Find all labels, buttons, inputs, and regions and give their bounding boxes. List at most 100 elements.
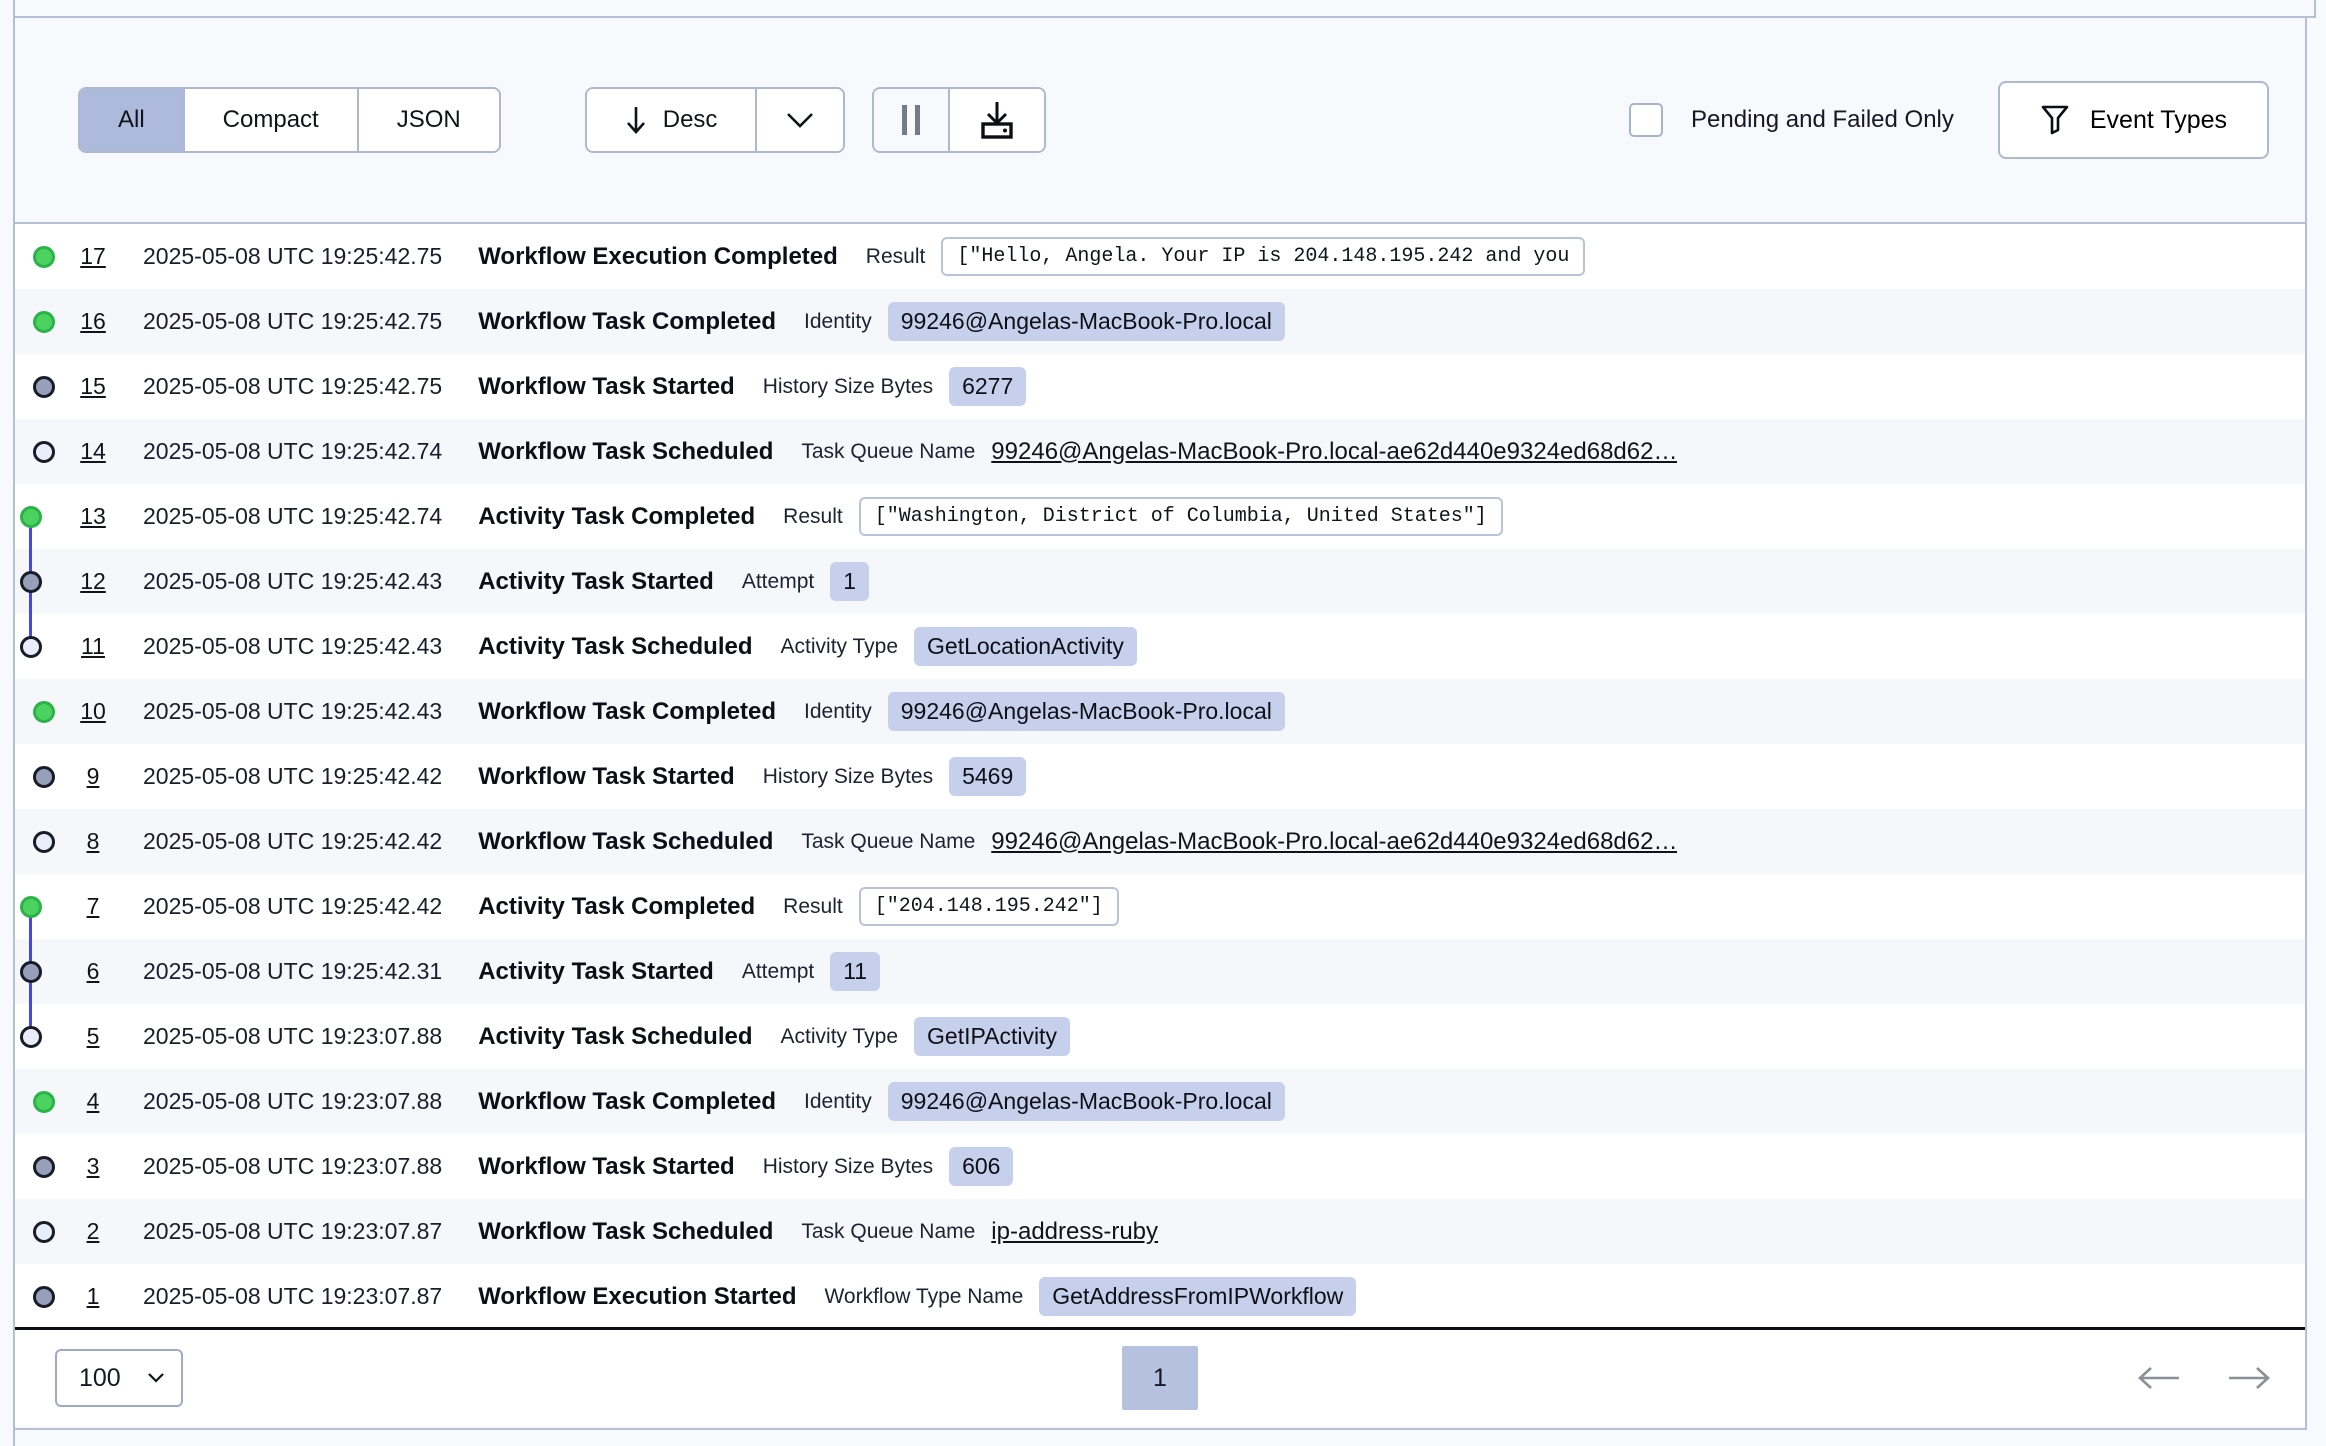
event-status-dot: [33, 1286, 55, 1308]
event-row[interactable]: 9 2025-05-08 UTC 19:25:42.42 Workflow Ta…: [15, 744, 2305, 809]
event-row[interactable]: 3 2025-05-08 UTC 19:23:07.88 Workflow Ta…: [15, 1134, 2305, 1199]
event-name: Workflow Task Completed: [478, 308, 776, 336]
event-name: Workflow Task Started: [478, 763, 735, 791]
sort-options-button[interactable]: [755, 89, 843, 151]
sort-desc-button[interactable]: Desc: [587, 89, 756, 151]
toolbar-right-group: Pending and Failed Only Event Types: [1629, 81, 2269, 159]
chevron-down-icon: [147, 1372, 165, 1384]
event-history-panel: All Compact JSON Desc: [15, 18, 2307, 1430]
event-timestamp: 2025-05-08 UTC 19:25:42.74: [143, 503, 442, 530]
page-size-select[interactable]: 100: [55, 1349, 183, 1407]
event-timestamp: 2025-05-08 UTC 19:25:42.74: [143, 438, 442, 465]
event-row[interactable]: 8 2025-05-08 UTC 19:25:42.42 Workflow Ta…: [15, 809, 2305, 874]
tab-compact[interactable]: Compact: [183, 89, 357, 151]
attribute-value-link[interactable]: 99246@Angelas-MacBook-Pro.local-ae62d440…: [991, 438, 1677, 466]
event-id-link[interactable]: 13: [77, 503, 109, 530]
event-row[interactable]: 6 2025-05-08 UTC 19:25:42.31 Activity Ta…: [15, 939, 2305, 1004]
event-name: Activity Task Completed: [478, 893, 755, 921]
event-types-filter-button[interactable]: Event Types: [1998, 81, 2269, 159]
event-id-link[interactable]: 3: [77, 1153, 109, 1180]
event-status-dot: [33, 376, 55, 398]
event-status-dot: [33, 1156, 55, 1178]
attribute-label: Attempt: [742, 570, 814, 594]
event-id-link[interactable]: 2: [77, 1218, 109, 1245]
event-row[interactable]: 15 2025-05-08 UTC 19:25:42.75 Workflow T…: [15, 354, 2305, 419]
event-row[interactable]: 5 2025-05-08 UTC 19:23:07.88 Activity Ta…: [15, 1004, 2305, 1069]
event-id-link[interactable]: 9: [77, 763, 109, 790]
event-name: Workflow Task Scheduled: [478, 1218, 773, 1246]
attribute-value-badge: GetAddressFromIPWorkflow: [1039, 1277, 1356, 1316]
event-timestamp: 2025-05-08 UTC 19:25:42.42: [143, 893, 442, 920]
attribute-label: Result: [783, 895, 843, 919]
event-id-link[interactable]: 11: [77, 633, 109, 660]
event-timestamp: 2025-05-08 UTC 19:23:07.88: [143, 1023, 442, 1050]
event-timestamp: 2025-05-08 UTC 19:23:07.87: [143, 1283, 442, 1310]
event-row[interactable]: 10 2025-05-08 UTC 19:25:42.43 Workflow T…: [15, 679, 2305, 744]
page-size-value: 100: [79, 1364, 121, 1393]
event-row[interactable]: 14 2025-05-08 UTC 19:25:42.74 Workflow T…: [15, 419, 2305, 484]
event-name: Activity Task Started: [478, 568, 714, 596]
arrow-down-icon: [625, 105, 647, 135]
event-timestamp: 2025-05-08 UTC 19:25:42.43: [143, 698, 442, 725]
event-name: Activity Task Scheduled: [478, 633, 752, 661]
attribute-value-code: ["Hello, Angela. Your IP is 204.148.195.…: [941, 237, 1585, 276]
event-name: Activity Task Scheduled: [478, 1023, 752, 1051]
event-id-link[interactable]: 6: [77, 958, 109, 985]
event-row[interactable]: 16 2025-05-08 UTC 19:25:42.75 Workflow T…: [15, 289, 2305, 354]
attribute-label: Task Queue Name: [801, 1220, 975, 1244]
event-id-link[interactable]: 12: [77, 568, 109, 595]
next-page-button[interactable]: [2221, 1359, 2277, 1397]
event-timestamp: 2025-05-08 UTC 19:25:42.75: [143, 243, 442, 270]
event-id-link[interactable]: 14: [77, 438, 109, 465]
attribute-label: Task Queue Name: [801, 830, 975, 854]
event-status-dot: [33, 1221, 55, 1243]
previous-page-button[interactable]: [2131, 1359, 2187, 1397]
event-row[interactable]: 13 2025-05-08 UTC 19:25:42.74 Activity T…: [15, 484, 2305, 549]
pending-failed-checkbox[interactable]: [1629, 103, 1663, 137]
attribute-label: Activity Type: [781, 635, 899, 659]
history-actions-group: [872, 87, 1046, 153]
event-id-link[interactable]: 8: [77, 828, 109, 855]
event-row[interactable]: 1 2025-05-08 UTC 19:23:07.87 Workflow Ex…: [15, 1264, 2305, 1327]
attribute-label: Task Queue Name: [801, 440, 975, 464]
event-row[interactable]: 11 2025-05-08 UTC 19:25:42.43 Activity T…: [15, 614, 2305, 679]
sort-control: Desc: [585, 87, 846, 153]
event-name: Activity Task Started: [478, 958, 714, 986]
pagination-bar: 100 1: [15, 1327, 2305, 1426]
event-row[interactable]: 17 2025-05-08 UTC 19:25:42.75 Workflow E…: [15, 224, 2305, 289]
toolbar-left-group: All Compact JSON Desc: [78, 87, 1046, 153]
event-id-link[interactable]: 17: [77, 243, 109, 270]
pause-updates-button[interactable]: [874, 89, 948, 151]
attribute-label: History Size Bytes: [763, 765, 933, 789]
tab-json[interactable]: JSON: [357, 89, 499, 151]
event-row[interactable]: 7 2025-05-08 UTC 19:25:42.42 Activity Ta…: [15, 874, 2305, 939]
view-mode-switcher: All Compact JSON: [78, 87, 501, 153]
tab-all[interactable]: All: [80, 89, 183, 151]
event-name: Workflow Execution Started: [478, 1283, 796, 1311]
event-row[interactable]: 2 2025-05-08 UTC 19:23:07.87 Workflow Ta…: [15, 1199, 2305, 1264]
event-status-dot: [33, 311, 55, 333]
event-id-link[interactable]: 7: [77, 893, 109, 920]
attribute-value-badge: 99246@Angelas-MacBook-Pro.local: [888, 692, 1285, 731]
event-status-dot: [33, 246, 55, 268]
event-timestamp: 2025-05-08 UTC 19:25:42.43: [143, 633, 442, 660]
event-name: Workflow Task Scheduled: [478, 828, 773, 856]
attribute-value-badge: 99246@Angelas-MacBook-Pro.local: [888, 302, 1285, 341]
download-history-button[interactable]: [948, 89, 1044, 151]
event-id-link[interactable]: 1: [77, 1283, 109, 1310]
event-id-link[interactable]: 15: [77, 373, 109, 400]
event-id-link[interactable]: 4: [77, 1088, 109, 1115]
event-status-dot: [20, 571, 42, 593]
event-status-dot: [20, 961, 42, 983]
event-id-link[interactable]: 5: [77, 1023, 109, 1050]
attribute-label: Identity: [804, 700, 872, 724]
attribute-value-link[interactable]: 99246@Angelas-MacBook-Pro.local-ae62d440…: [991, 828, 1677, 856]
event-id-link[interactable]: 16: [77, 308, 109, 335]
event-row[interactable]: 12 2025-05-08 UTC 19:25:42.43 Activity T…: [15, 549, 2305, 614]
attribute-label: Activity Type: [781, 1025, 899, 1049]
event-timestamp: 2025-05-08 UTC 19:23:07.87: [143, 1218, 442, 1245]
event-name: Workflow Execution Completed: [478, 243, 838, 271]
attribute-value-link[interactable]: ip-address-ruby: [991, 1218, 1158, 1246]
event-row[interactable]: 4 2025-05-08 UTC 19:23:07.88 Workflow Ta…: [15, 1069, 2305, 1134]
event-id-link[interactable]: 10: [77, 698, 109, 725]
